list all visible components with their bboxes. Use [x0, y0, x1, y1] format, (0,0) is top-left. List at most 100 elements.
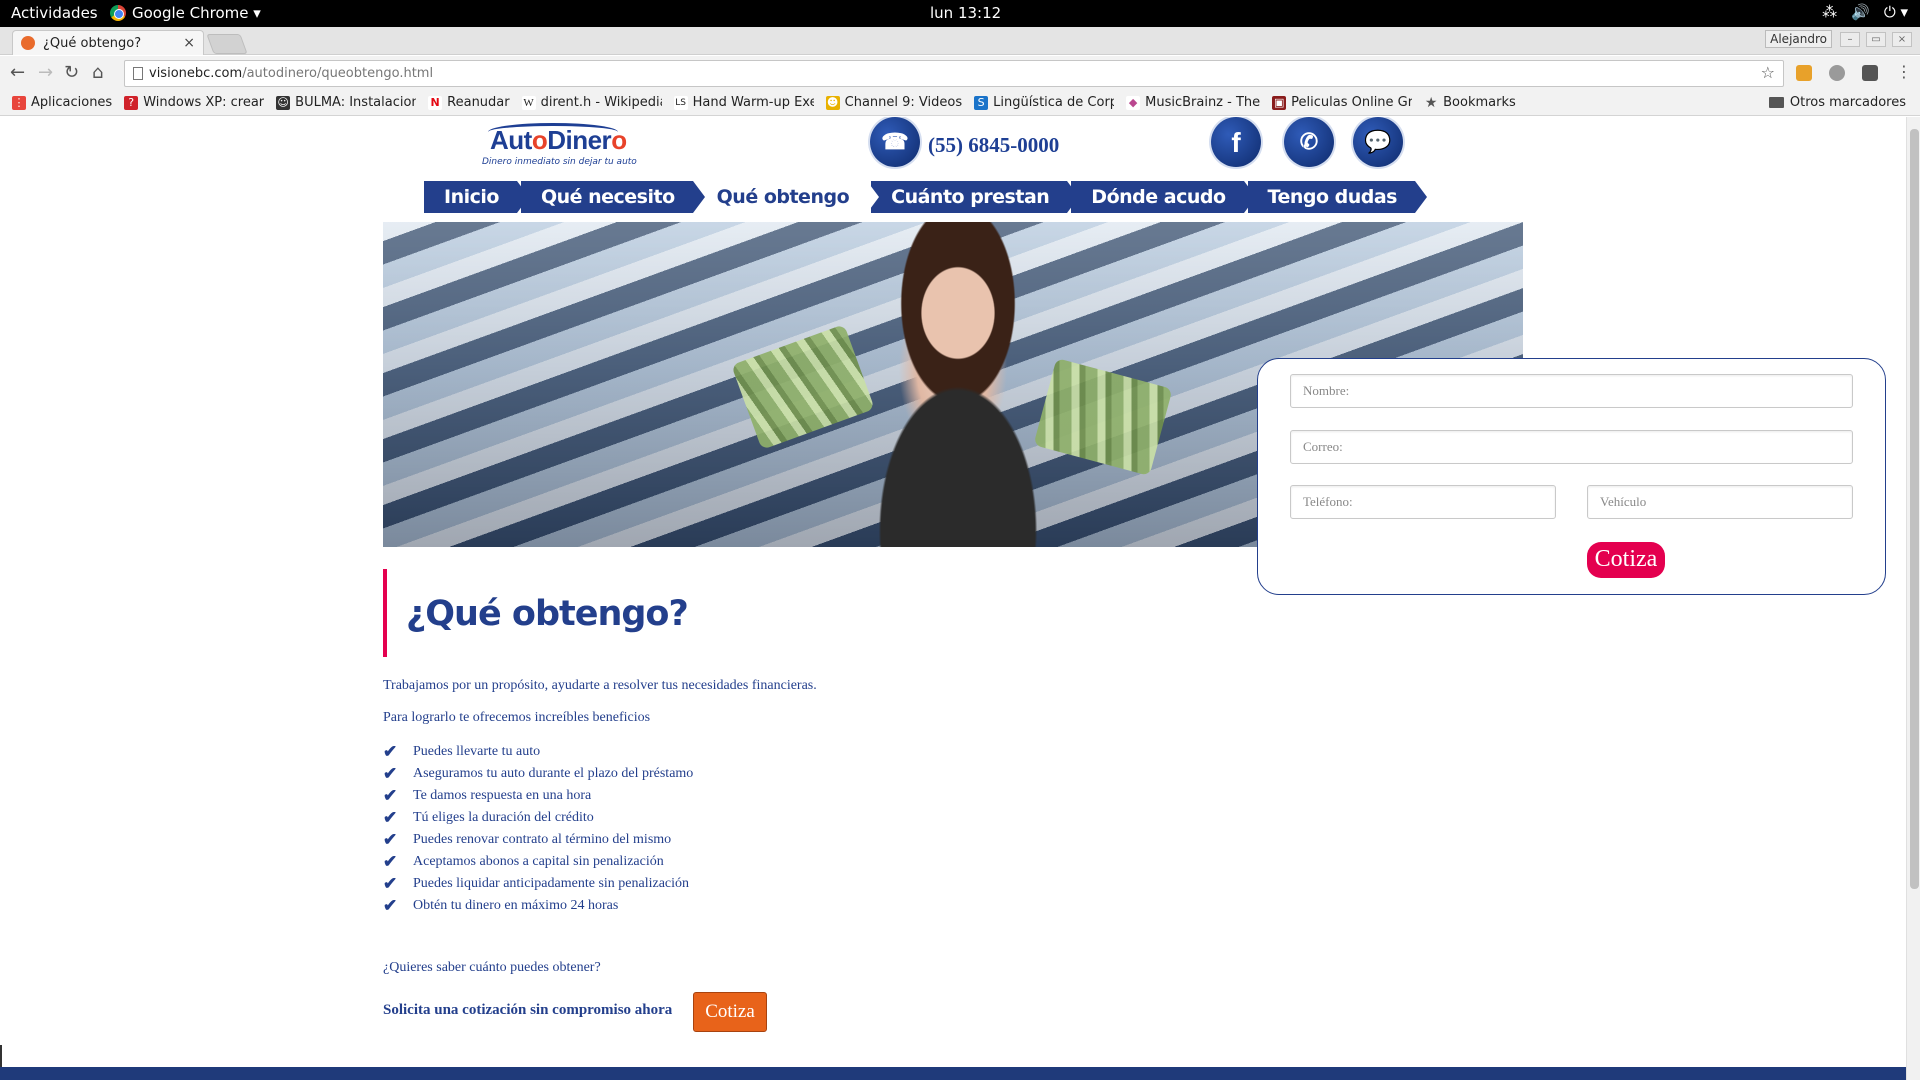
- bookmark-item[interactable]: ☺ BULMA: Instalacion: [276, 95, 416, 110]
- tab-active[interactable]: ¿Qué obtengo? ×: [12, 30, 204, 55]
- list-item: ✔ Puedes llevarte tu auto: [383, 742, 541, 761]
- back-arrow-icon[interactable]: ←: [10, 62, 25, 83]
- bookmark-favicon-icon: ?: [124, 95, 139, 110]
- vehicle-field[interactable]: [1587, 485, 1853, 519]
- close-window-icon[interactable]: ×: [1892, 32, 1912, 47]
- email-field[interactable]: [1290, 430, 1853, 464]
- cash-left: [731, 324, 875, 450]
- network-icon: ⁂: [1822, 3, 1838, 21]
- chat-icon[interactable]: 💬: [1353, 117, 1403, 167]
- home-icon[interactable]: ⌂: [92, 62, 103, 83]
- bookmark-item[interactable]: LS Hand Warm-up Exe: [673, 95, 814, 110]
- tab-close-icon[interactable]: ×: [183, 35, 195, 51]
- page-edge-marker: [0, 1045, 2, 1067]
- bookmark-favicon-icon: N: [428, 95, 443, 110]
- scrollbar-thumb[interactable]: [1910, 129, 1919, 889]
- nav-item-tengo-dudas[interactable]: Tengo dudas: [1247, 181, 1428, 213]
- bookmark-item[interactable]: ⋮ Aplicaciones: [12, 95, 112, 110]
- check-icon: ✔: [383, 896, 398, 915]
- list-item: ✔ Aseguramos tu auto durante el plazo del…: [383, 764, 694, 783]
- app-menu[interactable]: Google Chrome ▾: [110, 4, 261, 22]
- benefits-list: ✔ Puedes llevarte tu auto ✔ Aseguramos tu …: [383, 741, 693, 917]
- folder-icon: [1768, 97, 1784, 108]
- forward-arrow-icon[interactable]: →: [38, 62, 53, 83]
- phone-icon[interactable]: ☎: [870, 117, 920, 167]
- cash-right: [1033, 358, 1173, 476]
- bookmark-item[interactable]: ☻ Channel 9: Videos: [825, 95, 962, 110]
- phone-number[interactable]: (55) 6845-0000: [928, 133, 1059, 158]
- minimize-icon[interactable]: –: [1840, 32, 1860, 47]
- bookmark-favicon-icon: ☺: [276, 95, 291, 110]
- address-bar[interactable]: visionebc.com/autodinero/queobtengo.html…: [124, 60, 1784, 87]
- page-scrollbar[interactable]: [1906, 117, 1920, 1080]
- cotiza-button[interactable]: Cotiza: [693, 992, 767, 1032]
- list-item: ✔ Aceptamos abonos a capital sin penaliza…: [383, 852, 664, 871]
- heading-accent-bar: [383, 569, 387, 657]
- bookmark-favicon-icon: W: [521, 95, 536, 110]
- check-icon: ✔: [383, 830, 398, 849]
- extension-icon[interactable]: [1796, 65, 1812, 81]
- list-item: ✔ Puedes liquidar anticipadamente sin pen…: [383, 874, 690, 893]
- clock[interactable]: lun 13:12: [930, 4, 1001, 22]
- bookmark-item[interactable]: ▣ Peliculas Online Gra: [1272, 95, 1412, 110]
- list-item: ✔ Puedes renovar contrato al término del …: [383, 830, 672, 849]
- form-submit-button[interactable]: Cotiza: [1587, 542, 1665, 578]
- phone-field[interactable]: [1290, 485, 1556, 519]
- bookmark-item[interactable]: S Lingüística de Corp: [974, 95, 1114, 110]
- check-icon: ✔: [383, 808, 398, 827]
- bookmark-item[interactable]: ? Windows XP: crear: [124, 95, 264, 110]
- chrome-menu-icon[interactable]: ⋮: [1896, 62, 1912, 81]
- bookmark-item[interactable]: Wdirent.h - Wikipedia: [521, 95, 662, 110]
- app-menu-label: Google Chrome ▾: [132, 4, 261, 22]
- page-viewport: AutoDinero Dinero inmediato sin dejar tu…: [0, 117, 1920, 1080]
- question-text: ¿Quieres saber cuánto puedes obtener?: [383, 960, 601, 975]
- new-tab-button[interactable]: [206, 34, 248, 54]
- extension-shield-icon[interactable]: [1862, 65, 1878, 81]
- quote-form: Cotiza: [1257, 358, 1886, 595]
- bookmark-item[interactable]: ◆ MusicBrainz - The: [1126, 95, 1260, 110]
- extension-icon[interactable]: [1829, 65, 1845, 81]
- nav-item-que-obtengo[interactable]: Qué obtengo: [696, 181, 880, 213]
- nav-item-cuanto-prestan[interactable]: Cuánto prestan: [871, 181, 1080, 213]
- activities-button[interactable]: Actividades: [11, 4, 98, 22]
- nav-item-donde-acudo[interactable]: Dónde acudo: [1071, 181, 1256, 213]
- profile-button[interactable]: Alejandro: [1765, 30, 1832, 48]
- tab-strip: ¿Qué obtengo? × Alejandro – ▭ ×: [0, 27, 1920, 55]
- reload-icon[interactable]: ↻: [64, 62, 79, 83]
- bookmarks-bar: ⋮ Aplicaciones ? Windows XP: crear ☺ BULMA:…: [0, 90, 1920, 116]
- main-nav: Inicio Qué necesito Qué obtengo Cuánto p…: [424, 181, 1428, 213]
- footer-strip: [0, 1067, 1906, 1080]
- tab-title: ¿Qué obtengo?: [43, 35, 142, 51]
- list-item: ✔ Te damos respuesta en una hora: [383, 786, 592, 805]
- nav-item-que-necesito[interactable]: Qué necesito: [520, 181, 705, 213]
- url-path: /autodinero/queobtengo.html: [242, 66, 434, 81]
- power-icon: ⏻ ▾: [1883, 3, 1908, 21]
- bookmark-star-icon[interactable]: ☆: [1761, 63, 1775, 82]
- url-domain: visionebc.com: [149, 66, 243, 81]
- favicon-icon: [21, 36, 35, 50]
- maximize-icon[interactable]: ▭: [1866, 32, 1886, 47]
- system-top-bar: Actividades Google Chrome ▾ lun 13:12 ⁂ …: [0, 0, 1920, 27]
- system-tray[interactable]: ⁂ 🔊 ⏻ ▾: [1822, 3, 1908, 21]
- facebook-icon[interactable]: f: [1211, 117, 1261, 167]
- bookmark-item[interactable]: ★ Bookmarks: [1424, 95, 1516, 110]
- hero-woman: [878, 222, 1038, 547]
- bookmark-favicon-icon: LS: [673, 95, 688, 110]
- bookmark-favicon-icon: ▣: [1272, 95, 1287, 110]
- site-logo[interactable]: AutoDinero Dinero inmediato sin dejar tu…: [480, 123, 637, 171]
- intro-text: Trabajamos por un propósito, ayudarte a …: [383, 678, 817, 693]
- list-item: ✔ Obtén tu dinero en máximo 24 horas: [383, 896, 619, 915]
- window-controls: – ▭ ×: [1840, 32, 1912, 47]
- check-icon: ✔: [383, 742, 398, 761]
- check-icon: ✔: [383, 874, 398, 893]
- name-field[interactable]: [1290, 374, 1853, 408]
- nav-item-inicio[interactable]: Inicio: [424, 181, 529, 213]
- bookmark-favicon-icon: ☻: [825, 95, 840, 110]
- other-bookmarks[interactable]: Otros marcadores: [1768, 95, 1906, 110]
- bookmark-item[interactable]: N Reanudar: [428, 95, 510, 110]
- list-item: ✔ Tú eliges la duración del crédito: [383, 808, 594, 827]
- telephone-icon[interactable]: ✆: [1284, 117, 1334, 167]
- cta-text: Solicita una cotización sin compromiso a…: [383, 1002, 673, 1018]
- apps-icon: ⋮: [12, 95, 26, 110]
- page-info-icon[interactable]: [133, 67, 143, 80]
